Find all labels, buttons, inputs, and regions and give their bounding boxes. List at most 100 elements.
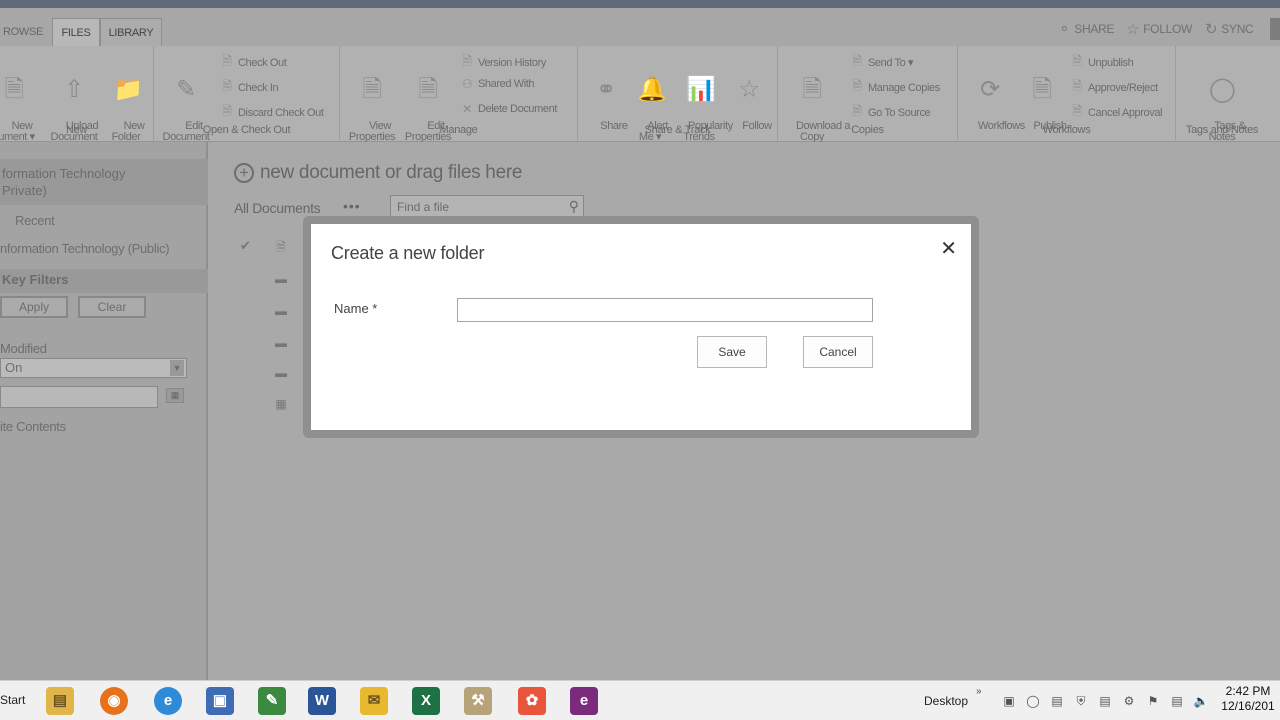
tray-icon[interactable]: ▤ bbox=[1048, 693, 1066, 709]
new-folder-button[interactable]: 📁 New Folder bbox=[98, 52, 154, 154]
folder-name-input[interactable] bbox=[457, 298, 873, 322]
paint-icon[interactable]: ✿ bbox=[512, 684, 552, 718]
go-to-source-button[interactable]: 🗎 Go To Source bbox=[850, 102, 930, 123]
save-button[interactable]: Save bbox=[697, 336, 767, 368]
tray-icon[interactable]: ◯ bbox=[1024, 693, 1042, 709]
unpublish-button[interactable]: 🗎 Unpublish bbox=[1070, 52, 1133, 73]
trends-icon: 📊 bbox=[686, 76, 716, 103]
cancel-approval-button[interactable]: 🗎 Cancel Approval bbox=[1070, 102, 1162, 123]
clock-time: 2:42 PM bbox=[1225, 684, 1271, 698]
tools-icon[interactable]: ⚒ bbox=[458, 684, 498, 718]
tray-icon[interactable]: ▣ bbox=[1000, 693, 1018, 709]
tags-notes-button[interactable]: ◯ Tags & Notes bbox=[1194, 52, 1250, 154]
publish-icon: 🗎 bbox=[1032, 76, 1052, 103]
site-title-link[interactable]: formation Technology Private) bbox=[0, 159, 208, 205]
modified-date-input[interactable] bbox=[0, 386, 158, 408]
shared-with-icon: ⚇ bbox=[461, 77, 473, 91]
manage-copies-label: Manage Copies bbox=[868, 81, 940, 94]
nav-item-recent[interactable]: Recent bbox=[15, 213, 55, 228]
check-out-icon: 🗎 bbox=[222, 54, 232, 68]
new-document-button[interactable]: 🗎 New cument ▾ bbox=[0, 52, 42, 154]
view-more-icon[interactable]: ••• bbox=[343, 198, 361, 214]
alert-me-button[interactable]: 🔔 Alert Me ▾ bbox=[622, 52, 678, 154]
edit-document-button[interactable]: ✎ Edit Document bbox=[158, 52, 214, 154]
tab-library[interactable]: LIBRARY bbox=[100, 18, 162, 46]
desktop-toolbar-label[interactable]: Desktop bbox=[924, 694, 968, 708]
approve-reject-label: Approve/Reject bbox=[1088, 81, 1158, 94]
folder-icon: ▬ bbox=[275, 366, 287, 380]
send-to-button[interactable]: 🗎 Send To ▾ bbox=[850, 52, 913, 73]
download-copy-button[interactable]: 🗎 Download a Copy bbox=[780, 52, 851, 154]
unpublish-label: Unpublish bbox=[1088, 56, 1134, 69]
gear-icon[interactable]: ⚙ bbox=[1120, 693, 1138, 709]
manage-copies-icon: 🗎 bbox=[852, 79, 862, 93]
popularity-trends-button[interactable]: 📊 Popularity Trends bbox=[672, 52, 733, 154]
project-icon[interactable]: ✎ bbox=[252, 684, 292, 718]
upload-document-button[interactable]: ⇧ Upload Document bbox=[46, 52, 102, 154]
desktop-expand-icon[interactable]: » bbox=[976, 686, 982, 697]
window-top-strip bbox=[0, 0, 1280, 8]
sync-link[interactable]: ↻ SYNC bbox=[1205, 20, 1254, 38]
focus-toggle[interactable] bbox=[1270, 18, 1280, 40]
search-icon[interactable]: ⚲ bbox=[569, 198, 579, 215]
start-button[interactable]: Start bbox=[0, 693, 25, 707]
volume-icon[interactable]: 🔈 bbox=[1192, 693, 1210, 709]
share-link[interactable]: ⚬ SHARE bbox=[1058, 20, 1114, 38]
cancel-approval-icon: 🗎 bbox=[1072, 104, 1082, 118]
shield-icon[interactable]: ⛨ bbox=[1072, 693, 1090, 709]
delete-document-label: Delete Document bbox=[478, 103, 557, 115]
apply-filter-button[interactable]: Apply bbox=[0, 296, 68, 318]
nav-item-site-contents[interactable]: ite Contents bbox=[0, 419, 66, 434]
modified-select[interactable]: On ▼ bbox=[0, 358, 187, 378]
tray-icon[interactable]: ▤ bbox=[1096, 693, 1114, 709]
workflow-icon: ⟳ bbox=[980, 76, 1000, 103]
file-explorer-icon[interactable]: ▤ bbox=[40, 684, 80, 718]
check-out-button[interactable]: 🗎 Check Out bbox=[220, 52, 286, 73]
close-icon[interactable]: ✕ bbox=[940, 236, 957, 261]
word-icon[interactable]: W bbox=[302, 684, 342, 718]
taskbar: Start ▤ ◉ e ▣ ✎ W ✉ X ⚒ ✿ e Desktop » ▣ … bbox=[0, 680, 1280, 720]
folder-icon: ▬ bbox=[275, 304, 287, 318]
flag-icon[interactable]: ⚑ bbox=[1144, 693, 1162, 709]
clear-filter-button[interactable]: Clear bbox=[78, 296, 146, 318]
follow-link[interactable]: ☆ FOLLOW bbox=[1126, 20, 1192, 38]
select-all-checkmark-icon[interactable]: ✔ bbox=[240, 238, 251, 254]
tab-files[interactable]: FILES bbox=[52, 18, 100, 46]
internet-explorer-icon[interactable]: e bbox=[148, 684, 188, 718]
version-history-label: Version History bbox=[478, 56, 546, 69]
edit-properties-icon: 🗎 bbox=[418, 76, 438, 103]
tab-browse[interactable]: ROWSE bbox=[0, 18, 46, 46]
check-in-button[interactable]: 🗎 Check In bbox=[220, 77, 278, 98]
approve-reject-button[interactable]: 🗎 Approve/Reject bbox=[1070, 77, 1158, 98]
version-history-button[interactable]: 🗎 Version History bbox=[460, 52, 546, 73]
remote-desktop-icon[interactable]: ▣ bbox=[200, 684, 240, 718]
outlook-icon[interactable]: ✉ bbox=[354, 684, 394, 718]
ribbon: 🗎 New cument ▾ ⇧ Upload Document 📁 New F… bbox=[0, 46, 1280, 143]
dialog-title: Create a new folder bbox=[331, 243, 485, 263]
folder-name-label: Name * bbox=[334, 301, 378, 316]
shared-with-label: Shared With bbox=[478, 78, 535, 90]
nav-item-public-site[interactable]: nformation Technology (Public) bbox=[0, 241, 170, 256]
delete-document-button[interactable]: ✕ Delete Document bbox=[460, 102, 557, 116]
discard-check-out-button[interactable]: 🗎 Discard Check Out bbox=[220, 102, 324, 123]
cancel-button[interactable]: Cancel bbox=[803, 336, 873, 368]
view-properties-button[interactable]: 🗎 View Properties bbox=[344, 52, 400, 154]
tag-icon: ◯ bbox=[1209, 76, 1236, 103]
calendar-icon[interactable]: ▦ bbox=[166, 388, 184, 403]
edit-properties-button[interactable]: 🗎 Edit Properties bbox=[400, 52, 456, 154]
browser-e-icon[interactable]: e bbox=[564, 684, 604, 718]
sync-label: SYNC bbox=[1221, 22, 1254, 36]
excel-icon[interactable]: X bbox=[406, 684, 446, 718]
view-all-documents[interactable]: All Documents bbox=[234, 200, 321, 216]
send-to-label: Send To ▾ bbox=[868, 57, 914, 69]
star-icon: ☆ bbox=[1126, 21, 1140, 38]
firefox-icon[interactable]: ◉ bbox=[94, 684, 134, 718]
network-icon[interactable]: ▤ bbox=[1168, 693, 1186, 709]
discard-icon: 🗎 bbox=[222, 104, 232, 118]
shared-with-button[interactable]: ⚇ Shared With bbox=[460, 77, 535, 91]
sync-icon: ↻ bbox=[1205, 21, 1218, 38]
file-type-page-icon: ▦ bbox=[275, 397, 287, 411]
system-clock[interactable]: 2:42 PM 12/16/201 bbox=[1218, 684, 1278, 714]
manage-copies-button[interactable]: 🗎 Manage Copies bbox=[850, 77, 940, 98]
new-document-link[interactable]: + new document or drag files here bbox=[234, 162, 522, 184]
